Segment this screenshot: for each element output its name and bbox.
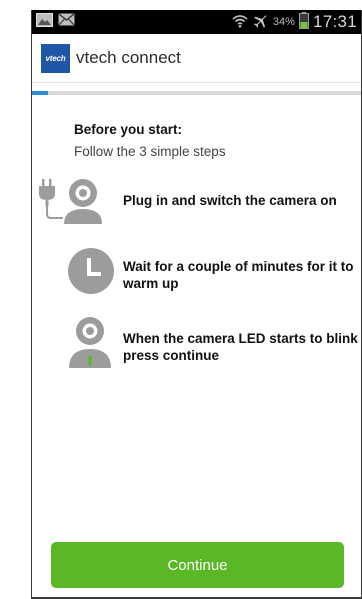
step-3-text: When the camera LED starts to blink pres… (123, 331, 358, 363)
setup-progress-fill (32, 91, 49, 95)
clock-icon (67, 247, 115, 300)
airplane-icon (252, 12, 269, 32)
continue-button[interactable]: Continue (51, 542, 344, 588)
step-3: When the camera LED starts to blink pres… (32, 310, 361, 376)
clock-time: 17:31 (312, 12, 357, 31)
step-2: Wait for a couple of minutes for it to w… (32, 242, 361, 302)
app-title: vtech connect (76, 48, 181, 67)
intro-subtitle: Follow the 3 simple steps (74, 144, 226, 159)
battery-icon (298, 12, 309, 32)
step-1: Plug in and switch the camera on (32, 170, 361, 230)
status-right-icons: 34% 17:31 (232, 10, 357, 34)
plug-camera-icon (37, 176, 107, 231)
phone-screen: 34% 17:31 vtech vtech connect Before you… (31, 10, 362, 599)
step-1-text: Plug in and switch the camera on (123, 193, 337, 208)
step-2-text: Wait for a couple of minutes for it to w… (123, 259, 354, 291)
status-left-icons (36, 12, 75, 32)
vtech-logo: vtech (41, 43, 70, 73)
intro-title: Before you start: (74, 122, 183, 137)
wifi-icon (232, 13, 248, 32)
battery-percent: 34% (272, 16, 295, 28)
mail-icon (58, 13, 75, 31)
intro-section: Before you start: Follow the 3 simple st… (74, 122, 226, 159)
camera-led-icon (65, 314, 115, 375)
app-bar: vtech vtech connect (32, 34, 361, 83)
image-icon (36, 12, 53, 32)
status-bar: 34% 17:31 (32, 10, 361, 34)
setup-progress-bar (32, 91, 361, 95)
